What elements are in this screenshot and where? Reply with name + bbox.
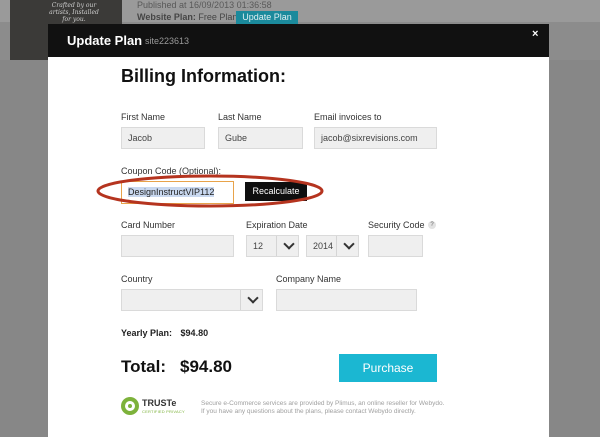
first-name-label: First Name [121,112,166,122]
yearly-value: $94.80 [180,328,209,338]
website-plan: Website Plan: Free Plan [137,12,237,22]
chevron-down-icon [343,238,355,250]
truste-badge[interactable]: TRUSTe CERTIFIED PRIVACY [121,397,191,417]
truste-seal-icon [121,397,139,415]
security-code-field[interactable] [368,235,423,257]
background-update-plan-button[interactable]: Update Plan [236,11,298,24]
expiration-month-select[interactable]: 12 [246,235,299,257]
secure-notice-line2: If you have any questions about the plan… [201,408,416,415]
expiration-year-select[interactable]: 2014 [306,235,359,257]
expiration-month-value: 12 [253,241,264,251]
expiration-year-value: 2014 [313,241,334,251]
total-label: Total: [121,357,167,376]
background-left [0,60,48,437]
last-name-label: Last Name [218,112,262,122]
chevron-down-icon [283,238,295,250]
select-divider [336,236,337,256]
truste-subtitle: CERTIFIED PRIVACY [142,409,185,414]
modal-header: Update Plan site223613 × [48,24,549,57]
modal-title: Update Plan [67,33,143,48]
company-field[interactable] [276,289,417,311]
published-text: Published at 16/09/2013 01:36:58 [137,0,272,10]
purchase-button[interactable]: Purchase [339,354,437,382]
card-number-field[interactable] [121,235,234,257]
security-code-label: Security Code [368,220,425,230]
card-number-label: Card Number [121,220,176,230]
select-divider [240,290,241,310]
truste-name: TRUSTe [142,398,177,408]
yearly-label: Yearly Plan: [121,328,173,338]
country-label: Country [121,274,153,284]
plan-label: Website Plan: [137,12,196,22]
update-plan-modal: Update Plan site223613 × Billing Informa… [48,24,549,437]
total-value: $94.80 [180,357,232,376]
annotation-ring [96,174,324,208]
background-right [549,60,600,437]
chevron-down-icon [247,292,259,304]
yearly-plan: Yearly Plan: $94.80 [121,328,208,338]
country-select[interactable] [121,289,263,311]
help-icon[interactable]: ? [428,221,436,229]
expiration-label: Expiration Date [246,220,308,230]
thumbnail-caption: Crafted by our artists, Installed for yo… [49,2,99,23]
company-label: Company Name [276,274,342,284]
first-name-field[interactable]: Jacob [121,127,205,149]
plan-value: Free Plan [198,12,238,22]
email-field[interactable]: jacob@sixrevisions.com [314,127,437,149]
billing-heading: Billing Information: [121,66,286,86]
email-label: Email invoices to [314,112,382,122]
site-id: site223613 [145,36,190,46]
last-name-field[interactable]: Gube [218,127,303,149]
close-icon[interactable]: × [532,28,538,40]
secure-notice-line1: Secure e-Commerce services are provided … [201,400,445,407]
select-divider [276,236,277,256]
